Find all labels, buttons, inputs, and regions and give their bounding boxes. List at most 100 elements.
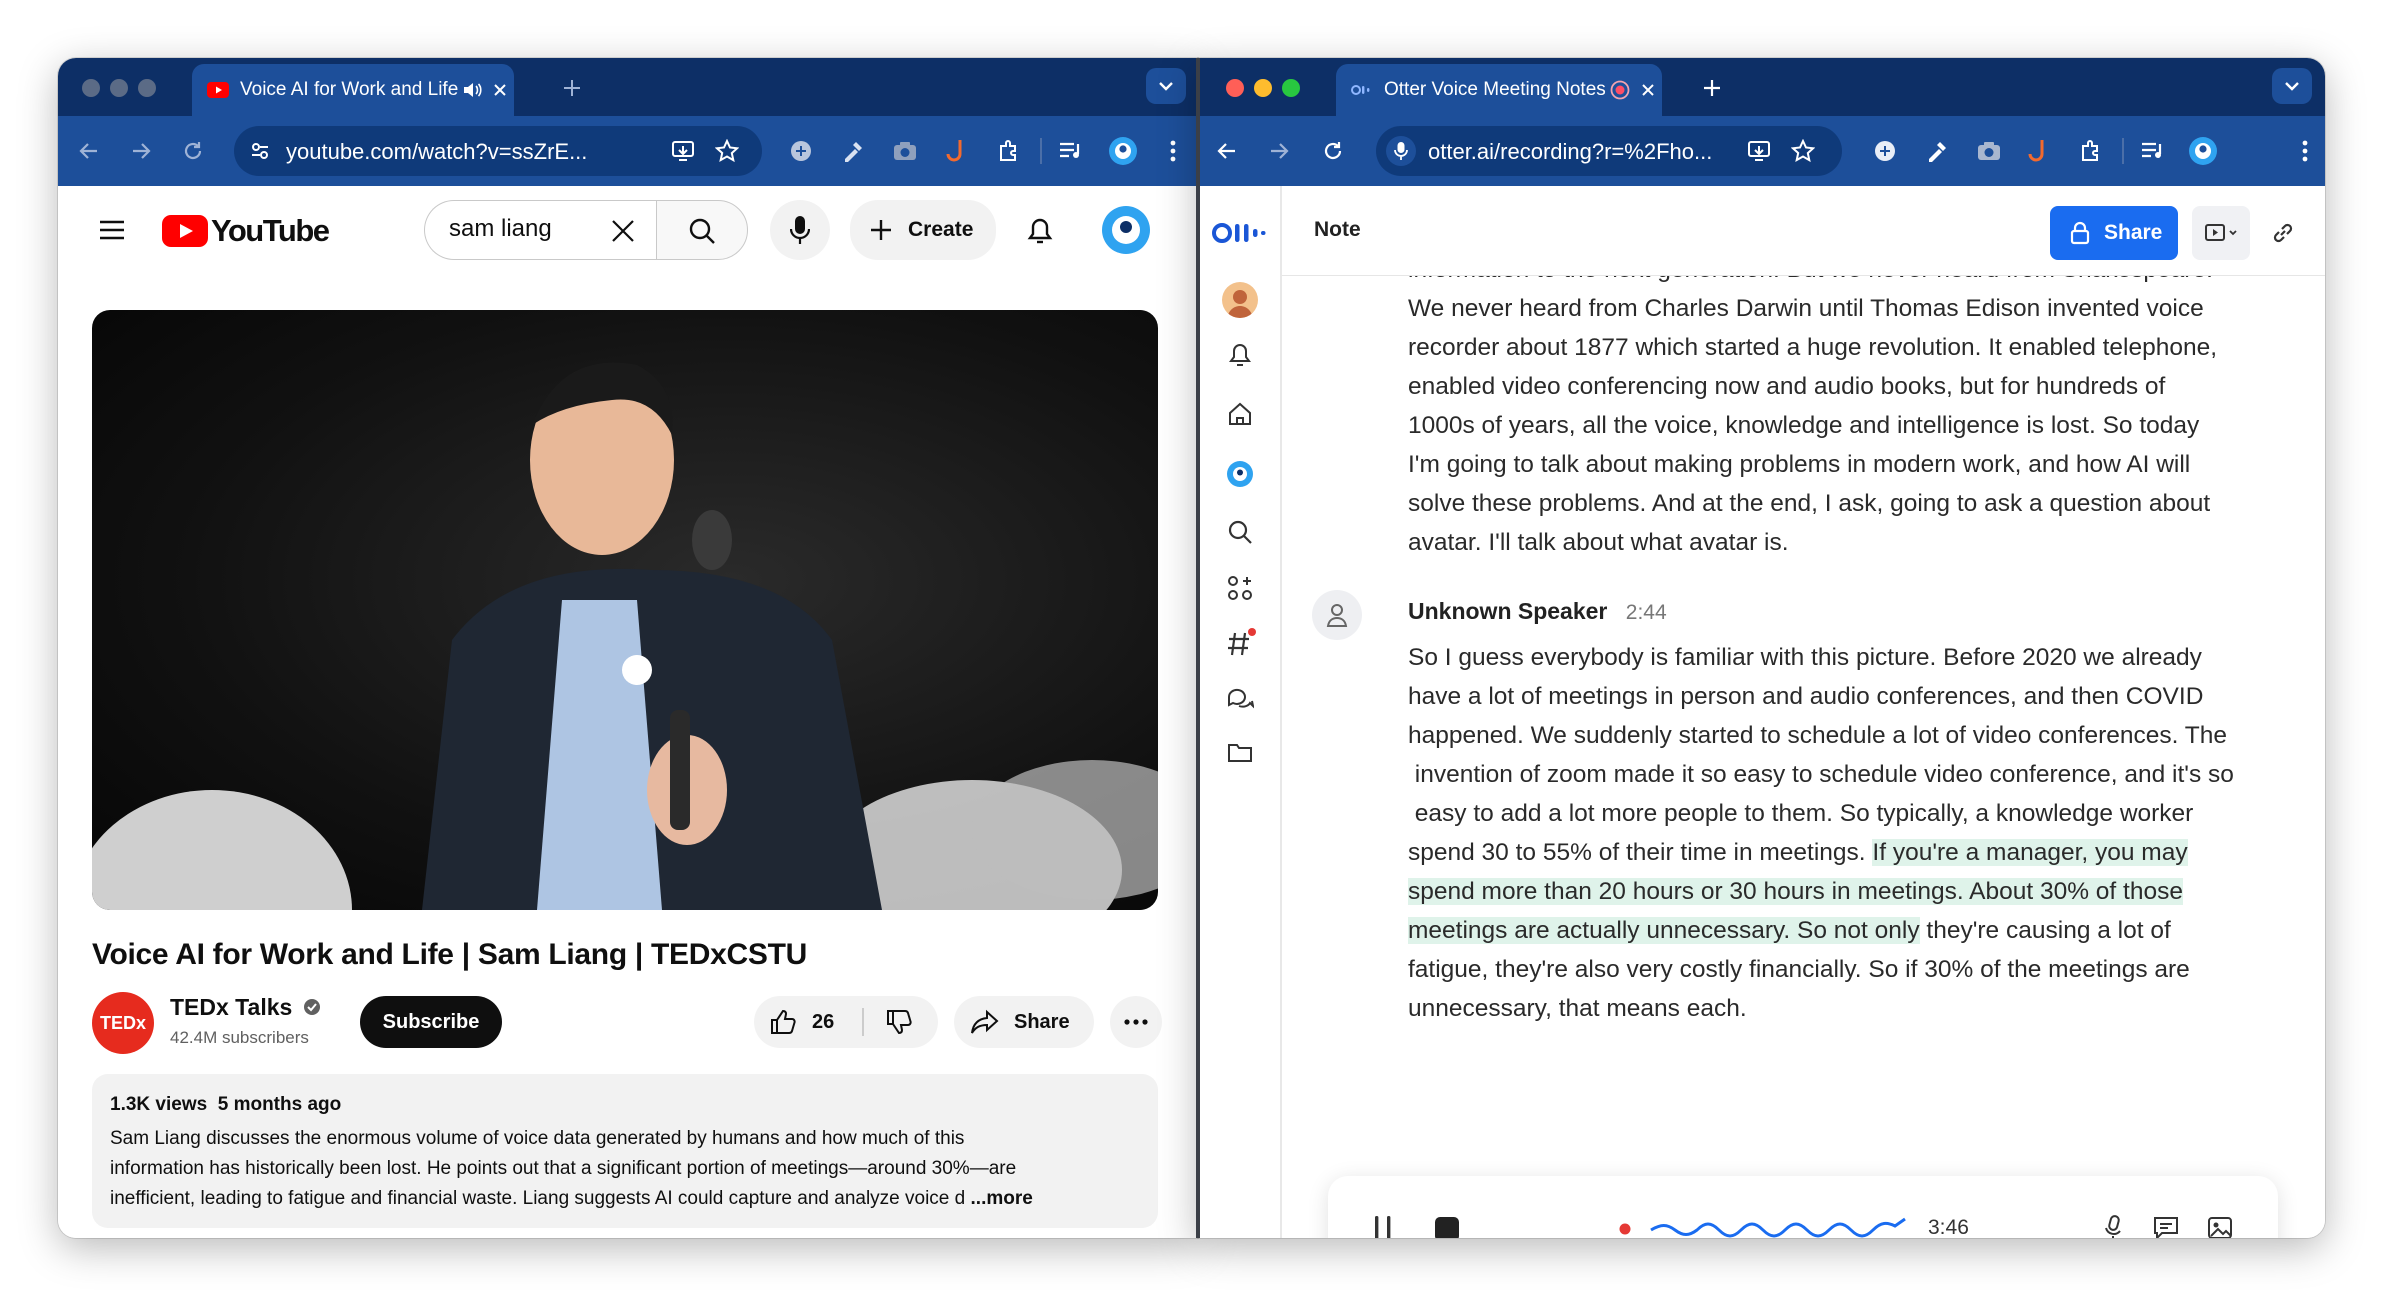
install-app-icon[interactable] [670, 138, 696, 164]
browser-menu-icon[interactable] [1158, 136, 1188, 166]
tab-otter[interactable]: Otter Voice Meeting Notes [1336, 64, 1662, 116]
speaker-label[interactable]: Unknown Speaker 2:44 [1408, 598, 1667, 625]
create-button[interactable]: Create [850, 200, 996, 260]
tab-youtube[interactable]: Voice AI for Work and Life [192, 64, 514, 116]
extensions-puzzle-icon[interactable] [2076, 136, 2106, 166]
export-dropdown-button[interactable] [2192, 206, 2250, 260]
video-player[interactable] [92, 310, 1158, 910]
zoom-window-button[interactable] [138, 79, 156, 97]
otter-logo-icon[interactable] [1210, 220, 1270, 246]
transcript-text: they're causing a lot of [1919, 917, 2171, 944]
media-control-icon[interactable] [1056, 136, 1086, 166]
like-button[interactable]: 26 [754, 996, 862, 1048]
extensions-puzzle-icon[interactable] [994, 136, 1024, 166]
add-image-icon[interactable] [2204, 1212, 2236, 1238]
bookmark-star-icon[interactable] [1790, 138, 1816, 164]
reload-icon[interactable] [1318, 136, 1348, 166]
notifications-bell-icon[interactable] [1224, 338, 1256, 370]
search-icon[interactable] [1224, 516, 1256, 548]
extension-hook-icon[interactable] [2024, 136, 2054, 166]
new-tab-icon[interactable] [558, 74, 586, 102]
window-split-divider[interactable] [1196, 58, 1200, 1238]
microphone-off-icon[interactable] [2098, 1212, 2130, 1238]
speaker-audio-icon[interactable] [460, 78, 484, 102]
voice-search-button[interactable] [770, 200, 830, 260]
bookmark-star-icon[interactable] [714, 138, 740, 164]
video-description[interactable]: 1.3K views 5 months ago Sam Liang discus… [92, 1074, 1158, 1228]
close-window-button[interactable] [1226, 79, 1244, 97]
zoom-window-button[interactable] [1282, 79, 1300, 97]
close-tab-icon[interactable] [488, 78, 512, 102]
transcript-line: unnecessary, that means each. [1408, 989, 2325, 1028]
home-icon[interactable] [1224, 398, 1256, 430]
channel-name[interactable]: TEDx Talks [170, 994, 321, 1021]
forward-arrow-icon[interactable] [126, 136, 156, 166]
youtube-logo[interactable]: YouTube [162, 213, 330, 248]
search-input[interactable]: sam liang [449, 215, 552, 243]
address-bar[interactable]: youtube.com/watch?v=ssZrE... [234, 126, 762, 176]
search-box[interactable]: sam liang [424, 200, 656, 260]
transcript-line: So I guess everybody is familiar with th… [1408, 638, 2325, 677]
install-app-icon[interactable] [1746, 138, 1772, 164]
browser-menu-icon[interactable] [2290, 136, 2320, 166]
tab-search-dropdown[interactable] [1146, 68, 1186, 104]
microphone-permission-icon[interactable] [1386, 136, 1416, 166]
transcript-block: information to the next generation. But … [1408, 276, 2308, 562]
more-link[interactable]: ...more [971, 1188, 1033, 1209]
profile-avatar-icon[interactable] [2188, 136, 2218, 166]
close-tab-icon[interactable] [1636, 78, 1660, 102]
highlighted-text: meetings are actually unnecessary. So no… [1408, 917, 1920, 944]
apps-grid-icon[interactable] [1224, 572, 1256, 604]
transcript-line: recorder about 1877 which started a huge… [1408, 334, 2218, 361]
share-button[interactable]: Share [954, 996, 1094, 1048]
otter-assistant-icon[interactable] [1224, 458, 1256, 490]
extension-hook-icon[interactable] [942, 136, 972, 166]
transcript-text: So I guess everybody is familiar with th… [1408, 644, 2202, 671]
channels-hashtag-icon[interactable] [1224, 626, 1258, 660]
more-horizontal-icon [1122, 1018, 1150, 1026]
search-button[interactable] [656, 200, 748, 260]
stop-button[interactable] [1432, 1214, 1462, 1238]
extension-eyedropper-icon[interactable] [838, 136, 868, 166]
share-label: Share [1014, 1011, 1070, 1033]
tab-search-dropdown[interactable] [2272, 68, 2312, 104]
extension-brain-icon[interactable] [1870, 136, 1900, 166]
clear-search-icon[interactable] [609, 217, 637, 245]
share-button[interactable]: Share [2050, 206, 2178, 260]
channel-avatar[interactable]: TEDx [92, 992, 154, 1054]
back-arrow-icon[interactable] [74, 136, 104, 166]
account-avatar[interactable] [1100, 204, 1152, 256]
notifications-bell-icon[interactable] [1020, 210, 1060, 250]
transcript-line: fatigue, they're also very costly financ… [1408, 950, 2325, 989]
subscribe-button[interactable]: Subscribe [360, 996, 502, 1048]
transcript-panel[interactable]: information to the next generation. But … [1282, 276, 2325, 1156]
comment-icon[interactable] [2150, 1212, 2182, 1238]
address-bar[interactable]: otter.ai/recording?r=%2Fho... [1376, 126, 1842, 176]
folder-icon[interactable] [1224, 736, 1256, 768]
extension-camera-icon[interactable] [1974, 136, 2004, 166]
extension-eyedropper-icon[interactable] [1922, 136, 1952, 166]
extension-brain-icon[interactable] [786, 136, 816, 166]
new-tab-icon[interactable] [1698, 74, 1726, 102]
copy-link-icon[interactable] [2268, 218, 2298, 248]
back-arrow-icon[interactable] [1212, 136, 1242, 166]
close-window-button[interactable] [82, 79, 100, 97]
chat-bubbles-icon[interactable] [1224, 682, 1256, 714]
youtube-logo-text: YouTube [211, 213, 330, 248]
more-actions-button[interactable] [1110, 996, 1162, 1048]
pause-button[interactable] [1368, 1212, 1398, 1238]
profile-avatar-icon[interactable] [1108, 136, 1138, 166]
site-settings-icon[interactable] [248, 139, 272, 163]
minimize-window-button[interactable] [110, 79, 128, 97]
dislike-button[interactable] [864, 996, 938, 1048]
user-avatar[interactable] [1222, 282, 1258, 318]
otter-sidebar [1198, 186, 1282, 1238]
forward-arrow-icon[interactable] [1264, 136, 1294, 166]
toolbar-divider [1040, 138, 1042, 164]
media-control-icon[interactable] [2138, 136, 2168, 166]
minimize-window-button[interactable] [1254, 79, 1272, 97]
hamburger-menu-icon[interactable] [92, 210, 132, 250]
description-text: Sam Liang discusses the enormous volume … [110, 1124, 1150, 1214]
extension-camera-icon[interactable] [890, 136, 920, 166]
reload-icon[interactable] [178, 136, 208, 166]
